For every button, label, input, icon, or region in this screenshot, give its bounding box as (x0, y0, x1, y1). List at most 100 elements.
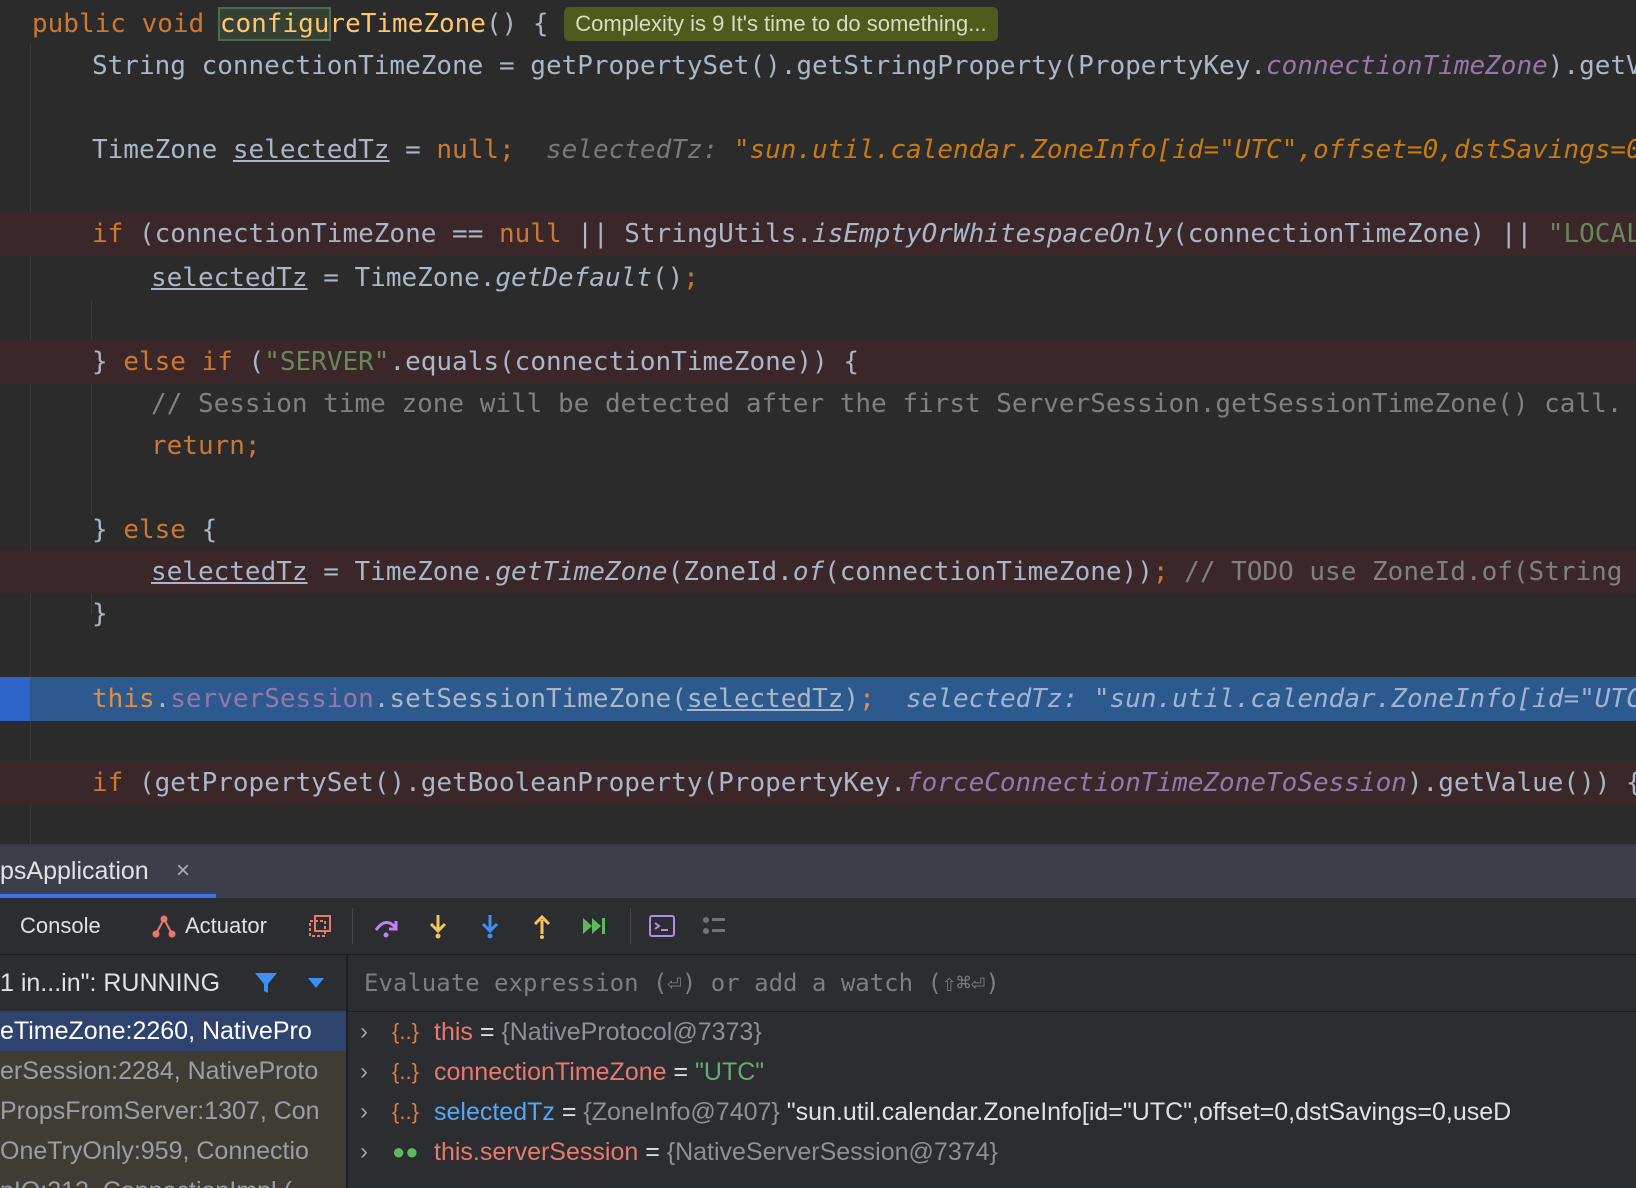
code-line-8[interactable]: return; (0, 424, 1636, 468)
code-line-4[interactable]: if (connectionTimeZone == null || String… (0, 212, 1636, 256)
ide-window: public void configureTimeZone() { Comple… (0, 0, 1636, 1188)
object-icon: {..} (392, 1099, 419, 1124)
run-to-cursor-icon[interactable] (580, 912, 608, 940)
token-text: () { (485, 9, 549, 39)
chevron-right-icon[interactable]: › (360, 1092, 368, 1132)
force-step-into-icon[interactable] (476, 912, 504, 940)
inline-debug-label: selectedTz: (546, 135, 719, 165)
code-line-2[interactable]: String connectionTimeZone = getPropertyS… (0, 44, 1636, 88)
code-line-3[interactable]: TimeZone selectedTz = null; selectedTz: … (0, 128, 1636, 172)
token-text: || StringUtils. (561, 219, 813, 249)
token-text: = TimeZone. (307, 557, 496, 587)
frames-panel: 1 in...in": RUNNING eTimeZone:2260, Nati… (0, 955, 348, 1188)
inline-debug-value: "sun.util.calendar.ZoneInfo[id="UTC",off… (733, 135, 1636, 165)
chevron-right-icon[interactable]: › (360, 1132, 368, 1172)
token-keyword: ; (859, 684, 875, 714)
variable-equals: = (666, 1058, 696, 1086)
token-keyword: null; (436, 135, 515, 165)
token-keyword: ; (683, 263, 699, 293)
code-line-10[interactable]: selectedTz = TimeZone.getTimeZone(ZoneId… (0, 550, 1636, 594)
token-static-method: of (792, 557, 825, 587)
debug-toolbar: Console Actuator (0, 898, 1636, 955)
variable-row-server-session[interactable]: › ●● this.serverSession = {NativeServerS… (348, 1132, 1636, 1172)
inline-debug-value: "sun.util.calendar.ZoneInfo[id="UTC (1093, 684, 1636, 714)
token-text: } (92, 599, 108, 629)
stack-frame[interactable]: PropsFromServer:1307, Con (0, 1091, 346, 1131)
variable-type: {NativeProtocol@7373} (501, 1018, 762, 1046)
code-line-current-execution[interactable]: this.serverSession.setSessionTimeZone(se… (0, 677, 1636, 721)
inline-debug-label: selectedTz: (906, 684, 1079, 714)
debug-session-tab[interactable]: psApplication × (0, 846, 216, 898)
token-text: .setSessionTimeZone( (373, 684, 687, 714)
token-text: } (92, 515, 124, 545)
watch-glasses-icon: ●● (392, 1139, 419, 1164)
method-name-caret: configu (217, 7, 332, 41)
variable-value: "sun.util.calendar.ZoneInfo[id="UTC",off… (779, 1098, 1512, 1126)
code-editor[interactable]: public void configureTimeZone() { Comple… (0, 0, 1636, 844)
variable-type: {ZoneInfo@7407} (583, 1098, 780, 1126)
variable-equals: = (472, 1018, 502, 1046)
variable-row-connection-time-zone[interactable]: › {..} connectionTimeZone = "UTC" (348, 1052, 1636, 1092)
stack-frame[interactable]: eTimeZone:2260, NativePro (0, 1011, 346, 1051)
code-line-9[interactable]: } else { (0, 508, 1636, 552)
thread-selector[interactable]: 1 in...in": RUNNING (0, 955, 346, 1011)
token-static-method: getTimeZone (495, 557, 668, 587)
code-line-13[interactable]: if (getPropertySet().getBooleanProperty(… (0, 761, 1636, 805)
console-tab[interactable]: Console (20, 898, 101, 954)
token-text: String connectionTimeZone = getPropertyS… (92, 51, 1266, 81)
close-icon[interactable]: × (176, 846, 190, 896)
code-line-11[interactable]: } (0, 592, 1636, 636)
stack-frame[interactable]: nIO:212, ConnectionImpl ( (0, 1171, 346, 1188)
view-breakpoints-icon[interactable] (700, 912, 728, 940)
token-keyword: ; (1152, 557, 1169, 587)
stack-frame[interactable]: OneTryOnly:959, Connectio (0, 1131, 346, 1171)
token-text: (connectionTimeZone == (138, 219, 499, 249)
token-keyword: if (92, 219, 139, 249)
chevron-down-icon[interactable] (306, 975, 326, 991)
debug-tab-bar: psApplication × (0, 844, 1636, 898)
token-text: (getPropertySet().getBooleanProperty(Pro… (138, 768, 906, 798)
chevron-right-icon[interactable]: › (360, 1052, 368, 1092)
variables-panel: Evaluate expression (⏎) or add a watch (… (348, 955, 1636, 1188)
variable-name: selectedTz (434, 1098, 555, 1126)
evaluate-expression-input[interactable]: Evaluate expression (⏎) or add a watch (… (348, 955, 1636, 1012)
filter-icon[interactable] (252, 969, 280, 997)
token-field: connectionTimeZone (1266, 51, 1548, 81)
stack-frame[interactable]: erSession:2284, NativeProto (0, 1051, 346, 1091)
token-static-method: getDefault (495, 263, 652, 293)
restore-layout-icon[interactable] (306, 912, 334, 940)
debug-tool-window: psApplication × Console Actuator 1 in...… (0, 844, 1636, 1188)
token-keyword: return; (151, 431, 261, 461)
step-over-icon[interactable] (372, 912, 400, 940)
code-line-7[interactable]: // Session time zone will be detected af… (0, 382, 1636, 426)
code-line-5[interactable]: selectedTz = TimeZone.getDefault(); (0, 256, 1636, 300)
token-text: ) (843, 684, 860, 714)
toolbar-separator (352, 908, 353, 944)
evaluate-expression-icon[interactable] (648, 912, 676, 940)
toolbar-separator (630, 908, 631, 944)
token-keyword: if (92, 768, 139, 798)
chevron-right-icon[interactable]: › (360, 1012, 368, 1052)
token-comment: // Session time zone will be detected af… (151, 389, 1623, 419)
variable-value: "UTC" (695, 1058, 765, 1086)
variable-name: this (434, 1018, 473, 1046)
token-variable: selectedTz (151, 557, 308, 587)
code-line-1[interactable]: public void configureTimeZone() { Comple… (0, 2, 1636, 46)
token-text: (ZoneId. (667, 557, 793, 587)
method-name: reTimeZone (329, 9, 486, 39)
code-line-6[interactable]: } else if ("SERVER".equals(connectionTim… (0, 340, 1636, 384)
token-variable: selectedTz (686, 684, 844, 714)
step-out-icon[interactable] (528, 912, 556, 940)
complexity-badge[interactable]: Complexity is 9 It's time to do somethin… (564, 7, 998, 41)
variable-row-selected-tz[interactable]: › {..} selectedTz = {ZoneInfo@7407} "sun… (348, 1092, 1636, 1132)
token-keyword: else if (123, 347, 249, 377)
variable-equals: = (554, 1098, 584, 1126)
token-text: .equals(connectionTimeZone)) { (389, 347, 860, 377)
step-into-icon[interactable] (424, 912, 452, 940)
token-comment: // TODO use ZoneId.of(String (1168, 557, 1623, 587)
token-keyword: this (92, 684, 155, 714)
actuator-icon (152, 915, 176, 938)
variable-row-this[interactable]: › {..} this = {NativeProtocol@7373} (348, 1012, 1636, 1052)
token-variable: selectedTz (232, 135, 390, 165)
actuator-tab[interactable]: Actuator (185, 898, 267, 954)
